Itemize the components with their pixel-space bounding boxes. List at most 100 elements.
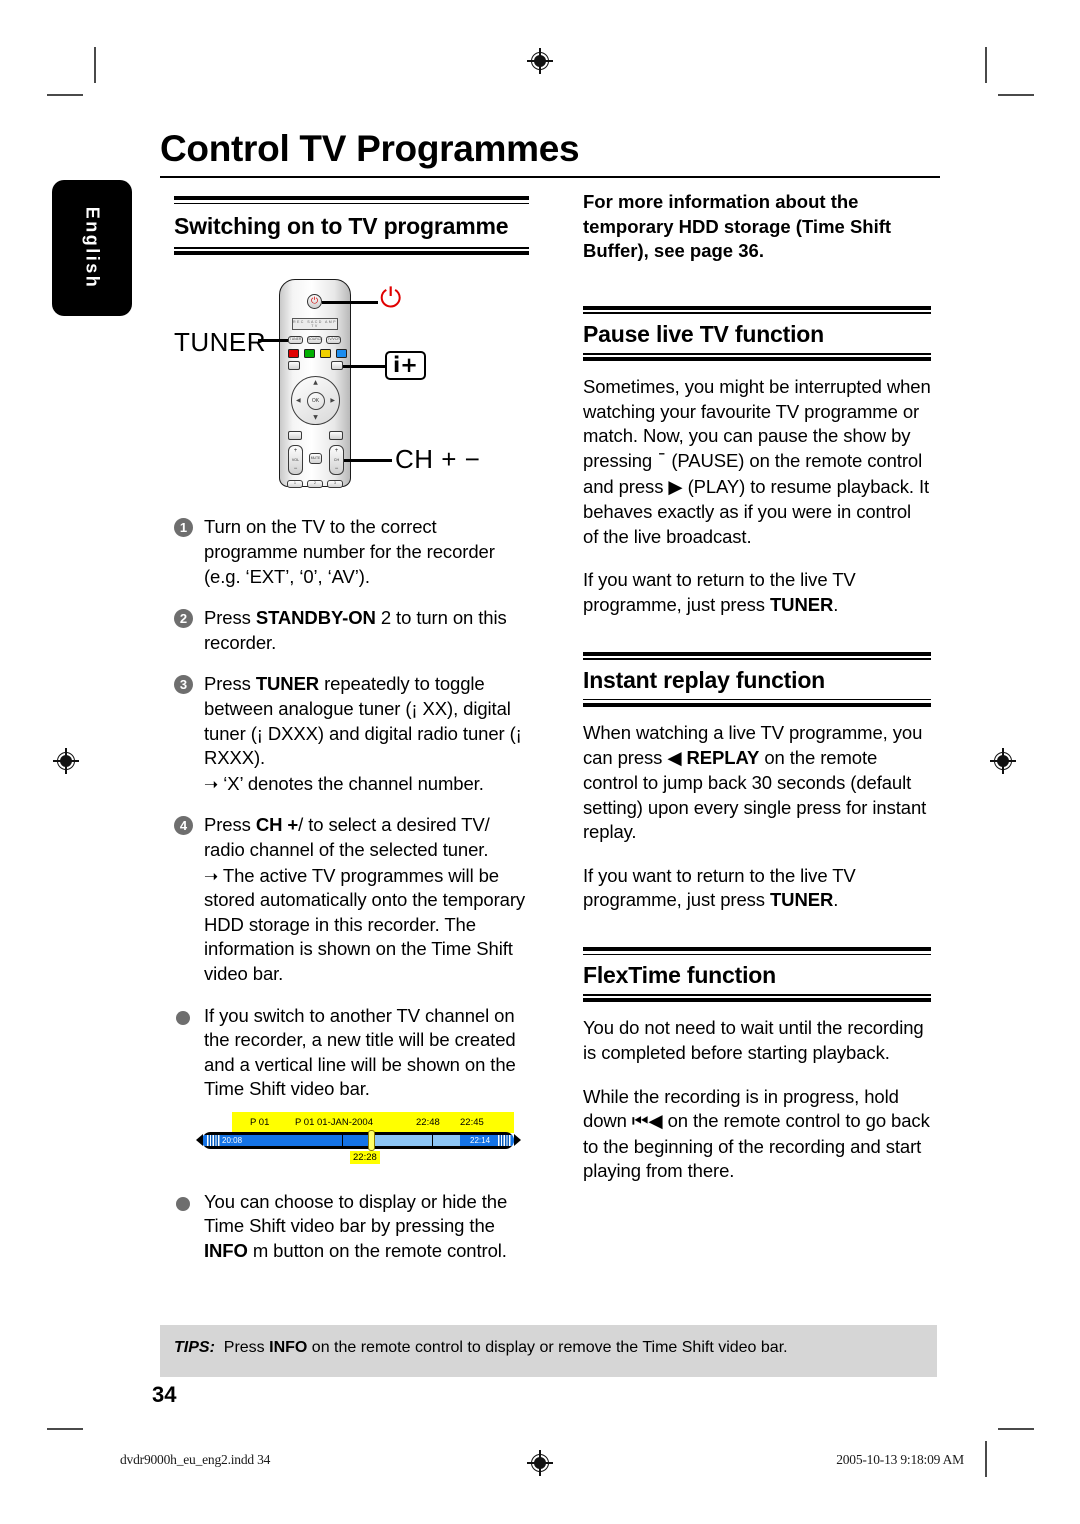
crop-mark-top-right-v: [985, 47, 987, 83]
subtitle-button-icon: [288, 361, 300, 371]
bullet-item-1: If you switch to another TV channel on t…: [174, 1004, 529, 1102]
green-key-icon: [304, 349, 315, 359]
ts-start-time: 20:08: [222, 1135, 243, 1145]
step-subnote: ➝ The active TV programmes will be store…: [204, 864, 529, 987]
section-title-instant-replay: Instant replay function: [583, 666, 826, 693]
callout-info-line: [343, 365, 385, 368]
tips-label: TIPS:: [174, 1339, 215, 1356]
source-button-icon: SOURCE: [307, 336, 323, 345]
bullets-list-2: You can choose to display or hide the Ti…: [174, 1190, 529, 1264]
step-text-pre: Press: [204, 673, 256, 695]
page-title-rule: [160, 176, 940, 179]
step-item-3: 3 Press TUNER repeatedly to toggle betwe…: [174, 672, 529, 796]
info-button-icon: [331, 361, 343, 371]
crop-mark-top-left-v: [94, 47, 96, 83]
hdd-storage-note: For more information about the temporary…: [583, 191, 892, 262]
section-title-switching-on: Switching on to TV programme: [174, 213, 509, 240]
key-3-icon: 3: [327, 480, 343, 489]
yellow-key-icon: [320, 349, 331, 359]
step-item-1: 1 Turn on the TV to the correct programm…: [174, 515, 529, 589]
key-1-icon: 1: [287, 480, 303, 489]
bullet-dot-icon: [176, 1010, 190, 1025]
ts-marker-time: 22:28: [350, 1150, 380, 1164]
tips-text-pre: Press: [223, 1339, 270, 1356]
bullet-text-pre: You can choose to display or hide the Ti…: [204, 1190, 508, 1237]
key-2-icon: 2: [307, 480, 323, 489]
tips-text-bold: INFO: [269, 1339, 308, 1356]
remote-display-text: REC SACD AMP TV: [293, 320, 337, 329]
ts-title-divider-1: [342, 1131, 344, 1149]
step-text-pre: Press: [204, 814, 256, 836]
step-text: Turn on the TV to the correct programme …: [204, 516, 495, 587]
instant-replay-paragraph-2: If you want to return to the live TV pro…: [583, 864, 856, 911]
callout-power-line: [322, 301, 378, 304]
bullet-text: If you switch to another TV channel on t…: [204, 1004, 516, 1100]
bullets-list: If you switch to another TV channel on t…: [174, 1004, 529, 1102]
right-column: For more information about the temporary…: [583, 190, 931, 1184]
tips-text-post: on the remote control to display or remo…: [307, 1339, 788, 1356]
bullet-text-post: m button on the remote control.: [247, 1240, 507, 1262]
section-heading-pause-live-tv: Pause live TV function: [583, 305, 931, 362]
arrow-icon: ➝: [204, 774, 219, 795]
ok-button-icon: OK: [306, 391, 325, 410]
language-tab-label: English: [82, 206, 103, 290]
print-footer-file: dvdr9000h_eu_eng2.indd 34: [120, 1452, 271, 1467]
ts-end-time: 22:14: [470, 1135, 491, 1145]
tv-button-icon: TV/VCR: [326, 336, 341, 345]
bullet-dot-icon: [176, 1196, 190, 1211]
flextime-paragraph-1: You do not need to wait until the record…: [583, 1017, 924, 1064]
section-heading-flextime: FlexTime function: [583, 947, 931, 1003]
bullet-text-bold: INFO: [204, 1240, 248, 1262]
left-column: Switching on to TV programme ⏻ REC SACD …: [174, 196, 529, 1281]
section-title-flextime: FlexTime function: [583, 962, 776, 989]
section-heading-switching-on: Switching on to TV programme: [174, 196, 529, 256]
pause-live-tv-paragraph-2: If you want to return to the live TV pro…: [583, 569, 856, 615]
step-text-bold: CH +: [255, 814, 299, 836]
step-text-pre: Press: [204, 607, 256, 629]
crop-mark-top-left-h: [47, 94, 83, 96]
menu-button-icon: [329, 431, 343, 441]
bullet-item-2: You can choose to display or hide the Ti…: [174, 1190, 529, 1264]
language-tab: English: [52, 180, 132, 316]
callout-info-icon: i+: [385, 351, 426, 381]
ts-track: 20:08 22:14: [202, 1131, 514, 1149]
crop-mark-bottom-right-v: [985, 1441, 987, 1477]
ts-title-divider-2: [432, 1131, 434, 1149]
callout-channel-label: CH + −: [395, 444, 481, 475]
tuner-button-icon: TUNER: [288, 336, 303, 345]
crop-mark-bottom-left-h: [47, 1428, 83, 1430]
ts-playhead-marker: [368, 1129, 375, 1151]
callout-power-icon: ⏻: [380, 283, 402, 315]
callout-tuner-line: [258, 339, 288, 342]
ts-label-programme: P 01 01-JAN-2004: [295, 1116, 373, 1128]
step-number: 1: [174, 518, 193, 538]
ts-label-time-1: 22:48: [416, 1116, 440, 1128]
mute-button-icon: MUTE: [309, 453, 322, 465]
page-title: Control TV Programmes: [160, 128, 580, 169]
crop-mark-top-right-h: [998, 94, 1034, 96]
remote-control-figure: ⏻ REC SACD AMP TV TUNER SOURCE TV/VCR ▲ …: [174, 271, 529, 497]
arrow-icon: ➝: [204, 866, 219, 887]
crop-mark-bottom-right-h: [998, 1428, 1034, 1430]
registration-target-right: [990, 748, 1016, 774]
step-subnote-text: The active TV programmes will be stored …: [204, 864, 526, 984]
tips-text: TIPS: Press INFO on the remote control t…: [174, 1339, 788, 1357]
tips-bar: TIPS: Press INFO on the remote control t…: [160, 1325, 937, 1377]
step-subnote: ➝ ‘X’ denotes the channel number.: [204, 772, 529, 797]
step-text-bold: TUNER: [255, 673, 320, 695]
blue-key-icon: [336, 349, 347, 359]
ts-cap-right-icon: [512, 1132, 526, 1149]
section-heading-instant-replay: Instant replay function: [583, 651, 931, 707]
step-subnote-text: ‘X’ denotes the channel number.: [223, 772, 484, 794]
callout-tuner-label: TUNER: [174, 327, 267, 358]
volume-rocker-icon: + VOL −: [288, 445, 303, 476]
pause-live-tv-paragraph-1: Sometimes, you might be interrupted when…: [583, 376, 931, 547]
flextime-paragraph-2: While the recording is in progress, hold…: [583, 1085, 930, 1182]
step-number: 2: [174, 609, 193, 629]
step-number: 4: [174, 816, 193, 836]
print-footer-timestamp: 2005-10-13 9:18:09 AM: [836, 1452, 964, 1467]
ts-cap-left-icon: [192, 1132, 206, 1149]
ts-hatch-right-icon: [498, 1134, 511, 1146]
ts-label-time-2: 22:45: [460, 1116, 484, 1128]
manual-page: English Control TV Programmes Switching …: [0, 0, 1080, 1524]
